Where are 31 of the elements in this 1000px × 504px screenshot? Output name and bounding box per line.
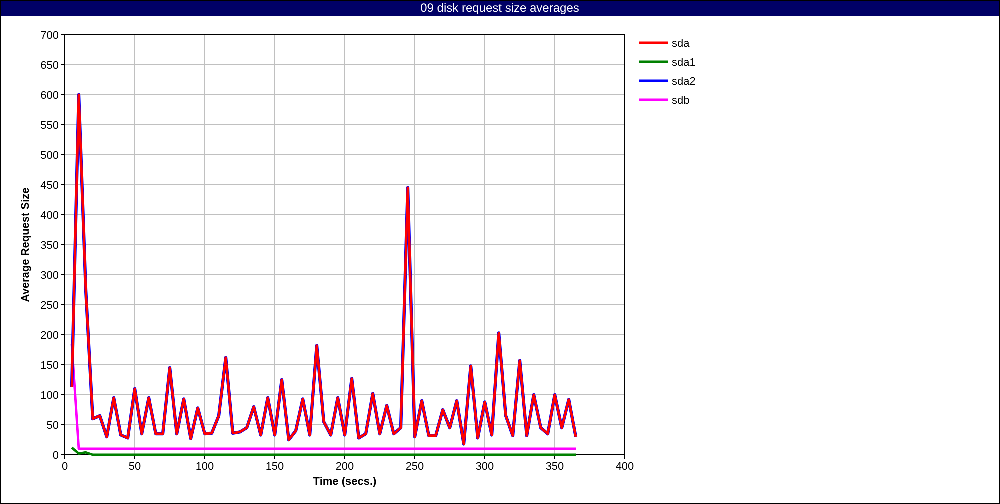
x-tick-label: 400 <box>616 461 634 473</box>
y-tick-label: 600 <box>40 90 59 102</box>
x-axis-title: Time (secs.) <box>313 476 377 488</box>
legend-label: sda1 <box>672 57 696 69</box>
y-tick-label: 150 <box>40 360 59 372</box>
legend-label: sda <box>672 38 690 50</box>
y-tick-label: 100 <box>40 390 59 402</box>
y-tick-label: 550 <box>40 120 59 132</box>
y-tick-label: 300 <box>40 270 59 282</box>
y-tick-label: 650 <box>40 60 59 72</box>
x-tick-label: 350 <box>546 461 564 473</box>
y-tick-label: 500 <box>40 150 59 162</box>
legend-label: sda2 <box>672 76 696 88</box>
y-tick-label: 200 <box>40 330 59 342</box>
y-tick-label: 0 <box>52 450 59 462</box>
legend-label: sdb <box>672 95 690 107</box>
y-tick-label: 450 <box>40 180 59 192</box>
x-tick-label: 200 <box>336 461 354 473</box>
y-tick-label: 700 <box>40 30 59 42</box>
y-tick-label: 350 <box>40 240 59 252</box>
x-tick-label: 150 <box>266 461 284 473</box>
x-tick-label: 250 <box>406 461 424 473</box>
y-tick-label: 50 <box>46 420 59 432</box>
y-tick-label: 400 <box>40 210 59 222</box>
x-tick-label: 300 <box>476 461 494 473</box>
window-title: 09 disk request size averages <box>1 1 999 16</box>
x-tick-label: 0 <box>62 461 68 473</box>
y-tick-label: 250 <box>40 300 59 312</box>
x-tick-label: 100 <box>196 461 214 473</box>
x-tick-label: 50 <box>128 461 142 473</box>
y-axis-title: Average Request Size <box>20 188 32 302</box>
